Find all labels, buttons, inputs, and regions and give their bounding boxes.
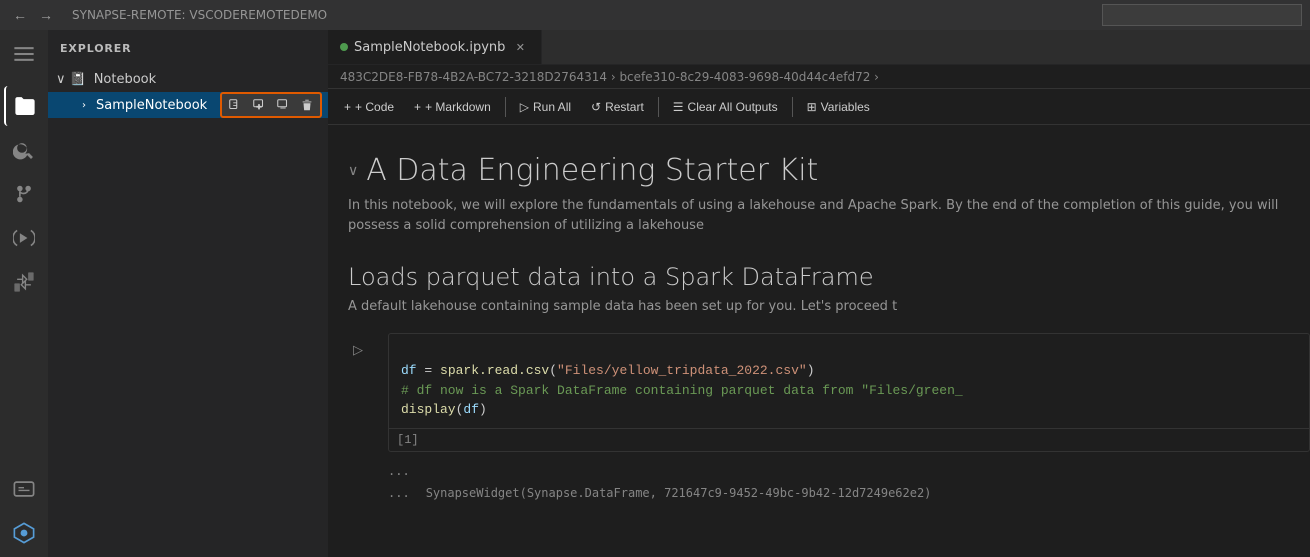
clear-outputs-icon: ☰ (673, 100, 684, 114)
restart-icon: ↺ (591, 100, 601, 114)
section2-title: Loads parquet data into a Spark DataFram… (348, 263, 1294, 291)
ellipsis-dots-2: ... (388, 486, 410, 500)
notebook-folder-icon: 📓 (70, 72, 86, 87)
restart-label: Restart (605, 100, 644, 114)
section-toggle-1[interactable]: ∨ (348, 163, 358, 179)
cell-body[interactable]: df = spark.read.csv("Files/yellow_tripda… (388, 333, 1310, 452)
code-paren1: ( (549, 363, 557, 378)
restart-button[interactable]: ↺ Restart (583, 97, 652, 117)
code-paren4: ) (479, 402, 487, 417)
run-debug-icon[interactable] (4, 218, 44, 258)
add-markdown-label: + Markdown (425, 100, 491, 114)
output-widget-text: SynapseWidget(Synapse.DataFrame, 721647c… (426, 486, 932, 500)
sidebar-section-title: Explorer (48, 30, 328, 66)
add-code-button[interactable]: + + Code (336, 97, 402, 117)
synapse-icon[interactable] (4, 513, 44, 553)
add-markdown-button[interactable]: + + Markdown (406, 97, 499, 117)
chevron-icon: ∨ (56, 72, 66, 87)
extensions-icon[interactable] (4, 262, 44, 302)
run-all-icon: ▷ (520, 100, 529, 114)
child-chevron-icon: › (76, 100, 92, 111)
code-func2: display (401, 402, 456, 417)
code-var2: df (463, 402, 479, 417)
main-container: Explorer ∨ 📓 Notebook › SampleNotebook (0, 30, 1310, 557)
add-code-label: + Code (355, 100, 394, 114)
variables-label: Variables (821, 100, 870, 114)
activity-bar (0, 30, 48, 557)
notebook-toolbar: + + Code + + Markdown ▷ Run All ↺ Restar… (328, 89, 1310, 125)
explorer-icon[interactable] (4, 86, 44, 126)
tab-dot (340, 43, 348, 51)
add-markdown-icon: + (414, 100, 421, 114)
markdown-section-1: ∨ A Data Engineering Starter Kit In this… (328, 145, 1310, 243)
section2-description: A default lakehouse containing sample da… (348, 297, 1294, 317)
tab-label: SampleNotebook.ipynb (354, 40, 505, 55)
sidebar-item-notebook-parent[interactable]: ∨ 📓 Notebook (48, 66, 328, 92)
sidebar: Explorer ∨ 📓 Notebook › SampleNotebook (48, 30, 328, 557)
search-icon[interactable] (4, 130, 44, 170)
action-btn-3[interactable] (272, 95, 294, 115)
code-eq: = (417, 363, 440, 378)
tab-bar: SampleNotebook.ipynb ✕ (328, 30, 1310, 65)
titlebar-search[interactable] (1102, 4, 1302, 26)
code-paren2: ) (807, 363, 815, 378)
cell-execution-count: [1] (389, 428, 1309, 451)
sidebar-section: ∨ 📓 Notebook › SampleNotebook (48, 66, 328, 122)
titlebar-nav: ← → (8, 3, 58, 27)
ellipsis-dots-1: ... (388, 464, 410, 478)
sidebar-item-samplenotebook[interactable]: › SampleNotebook (48, 92, 328, 118)
tab-samplenotebook[interactable]: SampleNotebook.ipynb ✕ (328, 30, 542, 64)
notebook-content[interactable]: ∨ A Data Engineering Starter Kit In this… (328, 125, 1310, 557)
output-ellipsis-line-1: ... (328, 460, 1310, 482)
code-cell-1: ▷ df = spark.read.csv("Files/yellow_trip… (328, 329, 1310, 456)
section1-description: In this notebook, we will explore the fu… (348, 196, 1294, 235)
action-btn-delete[interactable] (296, 95, 318, 115)
code-content: df = spark.read.csv("Files/yellow_tripda… (389, 334, 1309, 428)
code-func1: spark.read.csv (440, 363, 549, 378)
code-var: df (401, 363, 417, 378)
parent-item-label: Notebook (94, 72, 320, 87)
toolbar-separator-3 (792, 97, 793, 117)
add-code-icon: + (344, 100, 351, 114)
forward-button[interactable]: → (34, 3, 58, 27)
breadcrumb-path: 483C2DE8-FB78-4B2A-BC72-3218D2764314 › b… (340, 70, 879, 84)
source-control-icon[interactable] (4, 174, 44, 214)
toolbar-separator-2 (658, 97, 659, 117)
menu-icon[interactable] (4, 34, 44, 74)
run-all-label: Run All (533, 100, 571, 114)
clear-outputs-button[interactable]: ☰ Clear All Outputs (665, 97, 786, 117)
variables-icon: ⊞ (807, 100, 817, 114)
titlebar: ← → SYNAPSE-REMOTE: VSCODEREMOTEDEMO (0, 0, 1310, 30)
workspace-label: SYNAPSE-REMOTE: VSCODEREMOTEDEMO (72, 8, 327, 22)
action-btn-1[interactable] (224, 95, 246, 115)
notebook-title-text: A Data Engineering Starter Kit (366, 153, 818, 188)
back-button[interactable]: ← (8, 3, 32, 27)
cell-gutter: ▷ (328, 333, 388, 363)
clear-outputs-label: Clear All Outputs (688, 100, 778, 114)
output-ellipsis-line-2: ... SynapseWidget(Synapse.DataFrame, 721… (328, 482, 1310, 504)
notebook-title: ∨ A Data Engineering Starter Kit (348, 153, 1294, 188)
run-all-button[interactable]: ▷ Run All (512, 97, 579, 117)
code-string1: "Files/yellow_tripdata_2022.csv" (557, 363, 807, 378)
cell-run-button[interactable]: ▷ (346, 339, 370, 363)
markdown-section-2: Loads parquet data into a Spark DataFram… (328, 243, 1310, 325)
toolbar-separator-1 (505, 97, 506, 117)
sidebar-item-actions (220, 92, 322, 118)
tab-close-button[interactable]: ✕ (511, 38, 529, 56)
variables-button[interactable]: ⊞ Variables (799, 97, 878, 117)
breadcrumb: 483C2DE8-FB78-4B2A-BC72-3218D2764314 › b… (328, 65, 1310, 89)
action-btn-2[interactable] (248, 95, 270, 115)
titlebar-left: ← → SYNAPSE-REMOTE: VSCODEREMOTEDEMO (8, 3, 327, 27)
remote-icon[interactable] (4, 469, 44, 509)
content-area: SampleNotebook.ipynb ✕ 483C2DE8-FB78-4B2… (328, 30, 1310, 557)
code-comment1: # df now is a Spark DataFrame containing… (401, 383, 963, 398)
